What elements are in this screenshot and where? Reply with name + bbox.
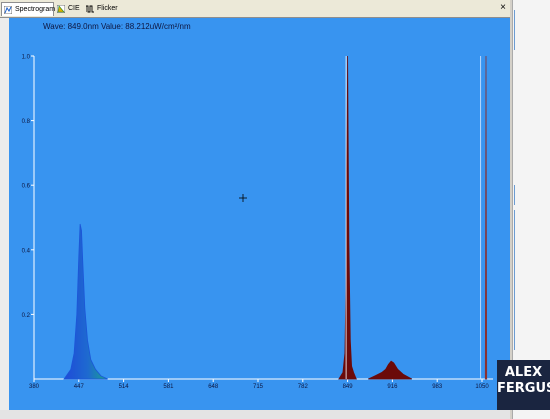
x-tick-label: 1050 — [475, 384, 489, 390]
cursor-readout: Wave: 849.0nm Value: 88.212uW/cm²/nm — [43, 22, 191, 31]
spectrometer-window: Spectrogram CIE Flicker × 1.0 0.8 0.6 0.4 0.… — [0, 0, 550, 419]
close-icon[interactable]: × — [497, 2, 509, 14]
logo-line-2: FERGUS — [497, 381, 550, 396]
x-tick-label: 514 — [119, 384, 130, 390]
edge-marker-series — [484, 55, 488, 380]
logo-line-1: ALEX — [504, 365, 543, 380]
main-ir-peak-series — [338, 55, 357, 380]
secondary-ir-peak-series — [368, 360, 412, 380]
side-panel-divider — [514, 210, 515, 350]
x-tick-label: 715 — [253, 384, 264, 390]
x-tick-label: 380 — [29, 384, 40, 390]
x-tick-label: 648 — [208, 384, 219, 390]
y-tick-label: 0.4 — [22, 248, 31, 254]
y-tick-label: 0.6 — [22, 184, 31, 190]
x-tick-label: 916 — [387, 384, 398, 390]
x-tick-label: 581 — [163, 384, 174, 390]
side-panel-edge — [512, 0, 550, 419]
tab-spectrogram[interactable]: Spectrogram — [1, 2, 56, 16]
tab-label: CIE — [68, 5, 80, 12]
tab-label: Spectrogram — [15, 6, 56, 13]
cie-icon — [57, 5, 65, 13]
left-panel-edge — [0, 18, 9, 410]
flicker-icon — [86, 5, 94, 13]
spectrum-plot[interactable]: 1.0 0.8 0.6 0.4 0.2 380 447 514 581 648 715 782 849 9… — [9, 18, 510, 410]
y-tick-label: 0.2 — [22, 313, 31, 319]
x-tick-label: 447 — [74, 384, 85, 390]
blue-peak-series — [63, 223, 108, 380]
y-tick-label: 0.8 — [22, 119, 31, 125]
side-panel-divider — [514, 10, 515, 50]
y-tick-label: 1.0 — [22, 55, 31, 61]
x-tick-label: 849 — [343, 384, 354, 390]
x-tick-label: 983 — [432, 384, 443, 390]
tab-flicker[interactable]: Flicker — [84, 2, 118, 16]
watermark-logo: ALEX FERGUS — [497, 360, 550, 410]
spectrogram-icon — [4, 6, 12, 14]
tab-bar: Spectrogram CIE Flicker × — [0, 0, 510, 18]
tab-label: Flicker — [97, 5, 118, 12]
bottom-edge — [0, 410, 510, 419]
spectrum-chart: 1.0 0.8 0.6 0.4 0.2 380 447 514 581 648 715 782 849 9… — [22, 55, 493, 390]
tab-cie[interactable]: CIE — [55, 2, 83, 16]
side-panel-divider — [514, 185, 515, 205]
x-tick-label: 782 — [298, 384, 309, 390]
